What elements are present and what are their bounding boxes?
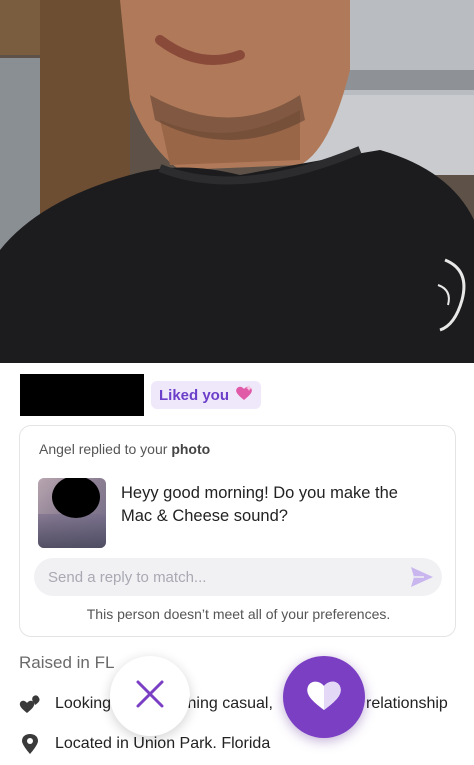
reply-card-title: Angel replied to your photo: [39, 441, 210, 457]
name-redacted-block: [20, 374, 144, 416]
looking-for-text-start: Looking: [55, 695, 112, 712]
looking-for-text-middle: thing casual,: [183, 695, 273, 712]
pass-button[interactable]: [110, 656, 190, 736]
reply-card-title-prefix: Angel replied to your: [39, 441, 172, 457]
heart-icon: [305, 678, 343, 717]
profile-photo-illustration: [0, 0, 474, 363]
replied-photo-thumbnail[interactable]: [38, 478, 106, 548]
reply-card: Angel replied to your photo Heyy good mo…: [19, 425, 456, 637]
thumbnail-shade: [38, 514, 106, 548]
sparkle-heart-icon: [235, 384, 253, 406]
looking-for-text-end: relationship: [366, 695, 448, 712]
reply-message: Heyy good morning! Do you make the Mac &…: [121, 484, 398, 525]
liked-you-label: Liked you: [159, 386, 230, 404]
liked-you-badge: Liked you: [151, 381, 262, 409]
close-icon: [135, 679, 165, 714]
location-text: Located in Union Park. Florida: [55, 735, 271, 752]
raised-in-text: Raised in FL: [19, 653, 115, 672]
thumbnail-redaction: [52, 478, 100, 518]
hearts-icon: [19, 693, 41, 715]
send-icon[interactable]: [410, 566, 434, 588]
reply-card-title-photo: photo: [171, 441, 211, 457]
preference-note: This person doesn’t meet all of your pre…: [86, 606, 391, 622]
location-pin-icon: [19, 733, 41, 755]
like-button[interactable]: [283, 656, 365, 738]
profile-photo[interactable]: [0, 0, 474, 363]
reply-input[interactable]: [34, 558, 394, 596]
reply-field[interactable]: [34, 558, 442, 596]
